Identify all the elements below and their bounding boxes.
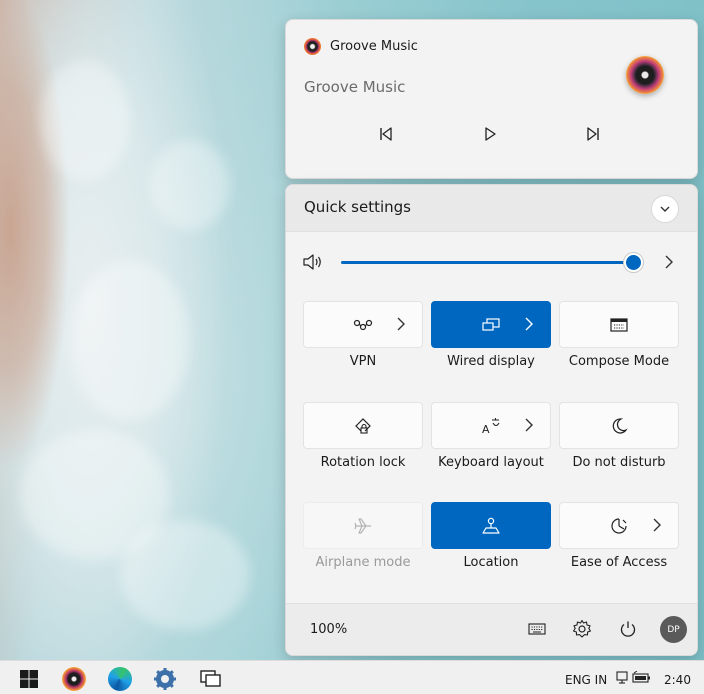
battery-percentage[interactable]: 100% [310,622,347,637]
speaker-icon[interactable] [302,253,324,271]
tile-label: Airplane mode [315,555,411,570]
album-art [626,56,664,94]
rotation-lock-icon [352,415,374,437]
previous-track-button[interactable] [371,122,401,146]
chevron-right-icon[interactable] [392,315,410,333]
tile-label: VPN [349,354,377,369]
moon-icon [608,415,630,437]
svg-text:A: A [482,423,490,435]
taskbar: ENG IN 2:40 [0,660,704,694]
chevron-right-icon[interactable] [520,416,538,434]
play-button[interactable] [475,122,505,146]
volume-row [286,247,697,277]
chevron-right-icon[interactable] [520,315,538,333]
tile-ease-of-access: Ease of Access [559,502,679,570]
media-track-title: Groove Music [304,78,406,96]
do-not-disturb-toggle[interactable] [559,402,679,449]
clock[interactable]: 2:40 [664,673,691,687]
rotation-lock-toggle[interactable] [303,402,423,449]
media-app-name: Groove Music [330,39,418,54]
collapse-button[interactable] [651,195,679,223]
avatar[interactable]: DP [660,616,687,643]
chevron-right-icon[interactable] [648,516,666,534]
gear-icon[interactable] [571,618,593,640]
tile-do-not-disturb: Do not disturb [559,402,679,470]
cast-icon [480,314,502,336]
input-language-indicator[interactable]: ENG IN [565,673,607,687]
tile-label: Do not disturb [572,455,666,470]
windows-start-icon[interactable] [16,666,42,692]
vpn-toggle[interactable] [303,301,423,348]
location-icon [480,515,502,537]
tile-label: Keyboard layout [438,455,544,470]
touch-keyboard-icon[interactable] [526,618,548,640]
media-flyout: Groove Music Groove Music [285,19,698,179]
quick-settings-title: Quick settings [304,198,411,216]
settings-icon[interactable] [152,666,178,692]
wired-display-toggle[interactable] [431,301,551,348]
tile-compose-mode: Compose Mode [559,301,679,369]
next-track-icon [587,127,599,141]
previous-track-icon [380,127,392,141]
groove-music-icon[interactable] [61,666,87,692]
tile-keyboard-layout: A Keyboard layout [431,402,551,470]
keyboard-layout-toggle[interactable]: A [431,402,551,449]
tile-location: Location [431,502,551,570]
task-view-icon[interactable] [198,666,224,692]
airplane-mode-toggle[interactable] [303,502,423,549]
location-toggle[interactable] [431,502,551,549]
keyboard-icon [608,314,630,336]
battery-icon[interactable] [632,671,652,685]
quick-settings-header: Quick settings [286,185,697,232]
tile-wired-display: Wired display [431,301,551,369]
airplane-icon [352,515,374,537]
volume-slider-thumb[interactable] [624,253,643,272]
tile-vpn: VPN [303,301,423,369]
chevron-right-icon[interactable] [662,254,676,270]
tile-airplane-mode: Airplane mode [303,502,423,570]
media-app-header: Groove Music [304,38,418,55]
next-track-button[interactable] [578,122,608,146]
quick-settings-footer: 100% DP [286,603,697,655]
tile-rotation-lock: Rotation lock [303,402,423,470]
chevron-down-icon [660,206,670,212]
tile-label: Ease of Access [570,555,668,570]
tile-label: Wired display [447,354,535,369]
language-icon: A [480,415,502,437]
accessibility-icon [608,515,630,537]
compose-mode-toggle[interactable] [559,301,679,348]
power-icon[interactable] [617,618,639,640]
vpn-icon [352,314,374,336]
ease-of-access-toggle[interactable] [559,502,679,549]
media-controls [286,122,697,146]
play-icon [485,127,496,141]
network-icon[interactable] [616,671,628,685]
volume-slider-track[interactable] [341,261,633,264]
groove-music-icon [304,38,321,55]
quick-settings-flyout: Quick settings VPN Wired display Compose… [285,184,698,656]
tile-label: Location [463,555,519,570]
edge-icon[interactable] [107,666,133,692]
tile-label: Rotation lock [320,455,406,470]
tile-label: Compose Mode [568,354,670,369]
